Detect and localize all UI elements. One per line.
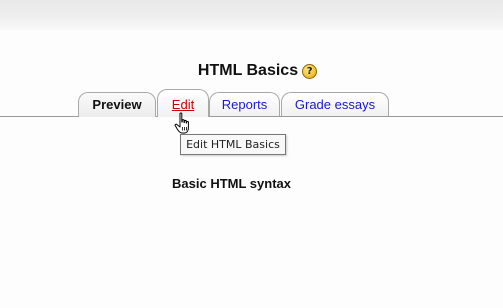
question-mark-icon[interactable]: ? — [302, 63, 318, 79]
tab-preview-label: Preview — [92, 97, 142, 112]
section-heading: Basic HTML syntax — [172, 176, 291, 191]
tab-reports-label: Reports — [221, 97, 268, 112]
hand-pointer-icon — [174, 112, 189, 134]
tooltip: Edit HTML Basics — [180, 134, 286, 155]
tooltip-text: Edit HTML Basics — [186, 138, 280, 151]
tab-reports[interactable]: Reports — [209, 92, 280, 116]
tab-preview[interactable]: Preview — [78, 92, 156, 117]
tab-divider — [0, 116, 503, 117]
page-title: HTML Basics — [197, 62, 299, 79]
title-row: HTML Basics ? — [0, 62, 503, 80]
tab-grade-essays-label: Grade essays — [294, 97, 376, 112]
tab-grade-essays[interactable]: Grade essays — [281, 92, 389, 116]
tab-edit-label: Edit — [171, 97, 195, 112]
top-bar — [0, 0, 503, 30]
